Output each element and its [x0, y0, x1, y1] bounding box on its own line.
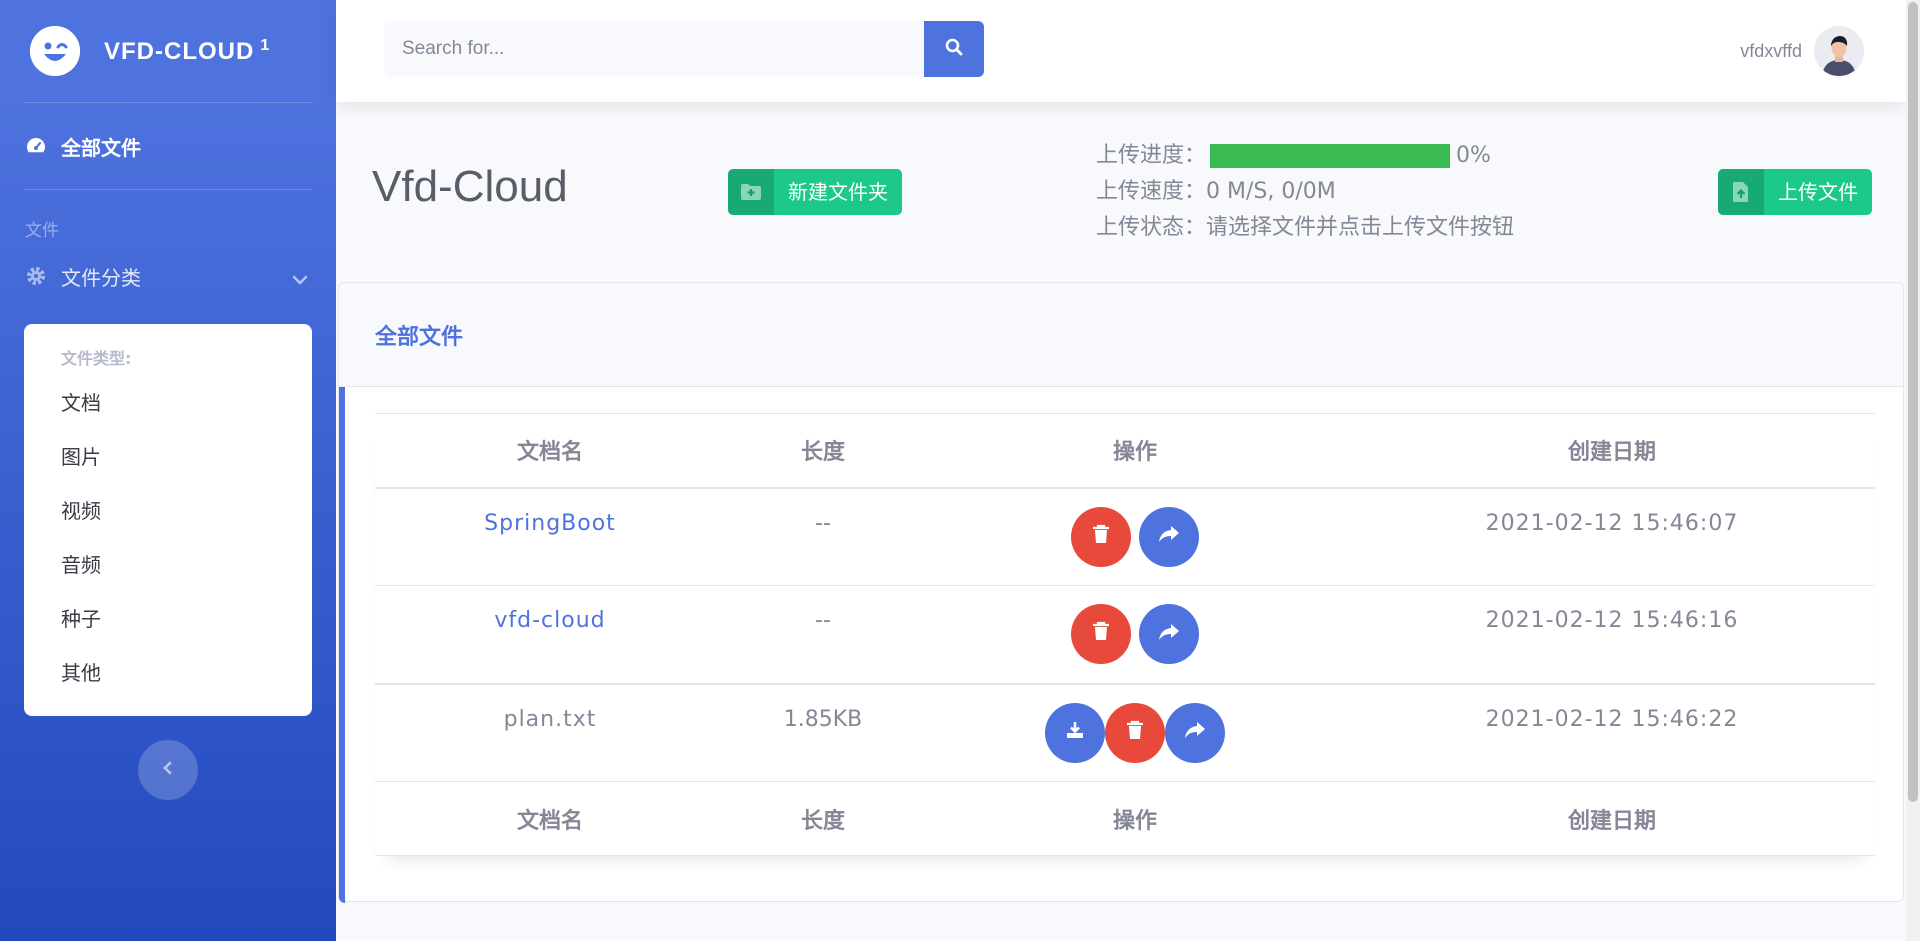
upload-progress-bar: [1210, 144, 1451, 168]
brand-name: VFD-CLOUD 1: [104, 36, 271, 65]
trash-icon: [1126, 720, 1144, 746]
gear-icon: [25, 265, 47, 287]
card-header: 全部文件: [339, 283, 1903, 387]
share-icon: [1184, 720, 1206, 745]
table-footer-row: 文档名 长度 操作 创建日期: [375, 781, 1875, 856]
share-icon: [1158, 524, 1180, 549]
search-icon: [944, 37, 964, 61]
user-menu[interactable]: vfdxvffd: [1740, 26, 1864, 76]
table-row: vfd-cloud -- 2021-02-12 15:46:16: [375, 585, 1875, 684]
upload-progress-row: 上传进度： 0%: [1096, 138, 1514, 174]
file-type-audio[interactable]: 音频: [24, 538, 312, 592]
file-name: plan.txt: [503, 706, 597, 732]
file-type-other[interactable]: 其他: [24, 646, 312, 700]
column-header-name: 文档名: [375, 413, 725, 489]
chevron-left-icon: [162, 760, 174, 780]
sidebar-item-label: 全部文件: [61, 135, 141, 160]
brand[interactable]: VFD-CLOUD 1: [0, 0, 336, 102]
new-folder-button[interactable]: 新建文件夹: [728, 169, 902, 215]
search-form: [384, 21, 984, 77]
table-row: plan.txt 1.85KB 2021-02-12 15:46:22: [375, 683, 1875, 782]
card-title: 全部文件: [375, 324, 464, 350]
date-cell: 2021-02-12 15:46:22: [1349, 683, 1875, 782]
sidebar-item-label: 文件分类: [61, 265, 141, 290]
file-upload-icon: [1718, 169, 1764, 215]
upload-status-label: 上传状态：: [1096, 215, 1207, 240]
sidebar-heading: 文件: [25, 221, 59, 241]
folder-link[interactable]: vfd-cloud: [494, 608, 605, 633]
sidebar-divider: [24, 189, 312, 190]
upload-status-row: 上传状态： 请选择文件并点击上传文件按钮: [1096, 210, 1514, 246]
column-header-date: 创建日期: [1349, 413, 1875, 489]
table-header-row: 文档名 长度 操作 创建日期: [375, 413, 1875, 489]
trash-icon: [1092, 524, 1110, 550]
file-type-images[interactable]: 图片: [24, 430, 312, 484]
upload-file-button[interactable]: 上传文件: [1718, 169, 1872, 215]
tachometer-icon: [25, 135, 47, 157]
card-body: 文档名 长度 操作 创建日期 SpringBoot -- 2021-02-12 …: [339, 387, 1905, 903]
file-name-cell: vfd-cloud: [375, 585, 725, 684]
file-type-menu: 文件类型: 文档 图片 视频 音频 种子 其他: [24, 324, 312, 716]
laugh-wink-icon: [30, 26, 80, 76]
page-scrollbar[interactable]: [1906, 0, 1920, 941]
upload-progress-label: 上传进度：: [1096, 143, 1207, 168]
column-header-size: 长度: [725, 413, 921, 489]
upload-info: 上传进度： 0% 上传速度： 0 M/S, 0/0M 上传状态： 请选择文件并点…: [1096, 138, 1514, 246]
delete-button[interactable]: [1105, 702, 1165, 763]
file-size-cell: 1.85KB: [725, 683, 921, 782]
file-size-cell: --: [725, 487, 921, 586]
column-footer-actions: 操作: [921, 781, 1349, 856]
delete-button[interactable]: [1071, 604, 1131, 664]
file-type-torrents[interactable]: 种子: [24, 592, 312, 646]
upload-file-label: 上传文件: [1778, 180, 1858, 204]
topbar: vfdxvffd: [336, 0, 1906, 102]
sidebar-item-file-category[interactable]: 文件分类: [0, 241, 336, 311]
share-button[interactable]: [1165, 702, 1225, 763]
trash-icon: [1092, 621, 1110, 647]
username: vfdxvffd: [1740, 40, 1802, 61]
upload-speed-value: 0 M/S, 0/0M: [1206, 179, 1336, 204]
files-card: 全部文件 文档名 长度 操作 创建日期 SpringBoot -- 2021-0…: [338, 282, 1905, 903]
date-cell: 2021-02-12 15:46:16: [1349, 585, 1875, 684]
folder-link[interactable]: SpringBoot: [484, 511, 616, 536]
column-footer-name: 文档名: [375, 781, 725, 856]
upload-speed-label: 上传速度：: [1096, 179, 1207, 204]
folder-plus-icon: [728, 169, 774, 215]
new-folder-label: 新建文件夹: [788, 180, 888, 204]
date-cell: 2021-02-12 15:46:07: [1349, 487, 1875, 586]
upload-status-value: 请选择文件并点击上传文件按钮: [1206, 215, 1515, 240]
share-button[interactable]: [1139, 604, 1199, 664]
actions-cell: [921, 585, 1349, 684]
column-footer-size: 长度: [725, 781, 921, 856]
files-table: 文档名 长度 操作 创建日期 SpringBoot -- 2021-02-12 …: [375, 413, 1875, 856]
download-button[interactable]: [1045, 702, 1105, 763]
actions-cell: [921, 683, 1349, 782]
upload-speed-row: 上传速度： 0 M/S, 0/0M: [1096, 174, 1514, 210]
search-button[interactable]: [924, 21, 984, 77]
file-type-header: 文件类型:: [61, 349, 132, 368]
column-footer-date: 创建日期: [1349, 781, 1875, 856]
file-name-cell: SpringBoot: [375, 487, 725, 586]
actions-cell: [921, 487, 1349, 586]
file-name-cell: plan.txt: [375, 683, 725, 782]
share-icon: [1158, 622, 1180, 647]
scrollbar-thumb[interactable]: [1908, 2, 1918, 802]
file-size-cell: --: [725, 585, 921, 684]
sidebar-toggle-button[interactable]: [138, 740, 198, 800]
table-row: SpringBoot -- 2021-02-12 15:46:07: [375, 487, 1875, 586]
page-title: Vfd-Cloud: [372, 162, 568, 211]
delete-button[interactable]: [1071, 506, 1131, 567]
file-type-videos[interactable]: 视频: [24, 484, 312, 538]
file-type-documents[interactable]: 文档: [24, 376, 312, 430]
chevron-down-icon: [292, 267, 308, 291]
sidebar-item-all-files[interactable]: 全部文件: [0, 103, 336, 189]
download-icon: [1065, 720, 1085, 746]
upload-progress-value: 0%: [1456, 143, 1491, 168]
avatar: [1814, 26, 1864, 76]
column-header-actions: 操作: [921, 413, 1349, 489]
search-input[interactable]: [384, 21, 924, 77]
sidebar: VFD-CLOUD 1 全部文件 文件 文件分类 文件类型: 文档 图片 视频 音…: [0, 0, 336, 941]
share-button[interactable]: [1139, 506, 1199, 567]
